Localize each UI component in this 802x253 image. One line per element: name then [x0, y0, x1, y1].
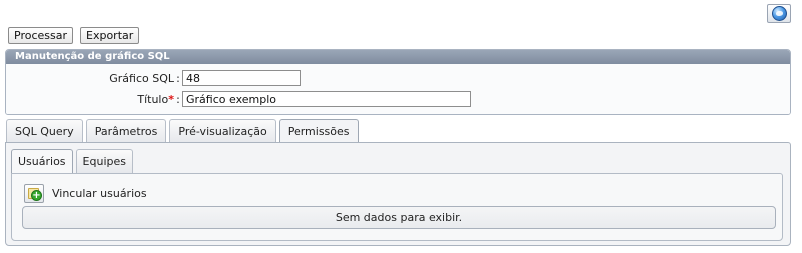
- title-field[interactable]: [182, 91, 471, 107]
- permissions-tab-panel: Usuários Equipes + Vincular usuários Sem…: [5, 142, 791, 246]
- users-panel: + Vincular usuários Sem dados para exibi…: [11, 173, 783, 241]
- toolbar: Processar Exportar: [8, 27, 140, 44]
- title-label-text: Título: [137, 92, 169, 106]
- process-button[interactable]: Processar: [8, 27, 73, 44]
- globe-help-icon: [771, 6, 787, 21]
- export-button[interactable]: Exportar: [80, 27, 140, 44]
- tab-preview[interactable]: Pré-visualização: [169, 119, 276, 143]
- tab-permissions[interactable]: Permissões: [278, 119, 359, 144]
- title-colon: :: [176, 92, 180, 106]
- chart-id-label: Gráfico SQL: [109, 71, 174, 85]
- subtab-teams[interactable]: Equipes: [75, 149, 133, 173]
- title-label: Título*: [6, 93, 174, 106]
- tab-sql-query[interactable]: SQL Query: [6, 119, 83, 143]
- help-button[interactable]: [767, 4, 791, 23]
- main-tabs: SQL Query Parâmetros Pré-visualização Pe…: [6, 119, 359, 144]
- panel-body: Gráfico SQL : Título* :: [6, 64, 790, 114]
- chart-id-field[interactable]: [182, 70, 301, 86]
- chart-id-row: Gráfico SQL :: [6, 70, 301, 86]
- link-users-label[interactable]: Vincular usuários: [52, 187, 147, 200]
- add-user-icon[interactable]: +: [24, 184, 44, 203]
- subtab-users[interactable]: Usuários: [11, 149, 73, 174]
- tab-parameters[interactable]: Parâmetros: [85, 119, 167, 143]
- link-users-row: + Vincular usuários: [24, 184, 147, 203]
- panel-title: Manutenção de gráfico SQL: [6, 50, 790, 64]
- chart-maintenance-panel: Manutenção de gráfico SQL Gráfico SQL : …: [5, 49, 791, 115]
- permissions-subtabs: Usuários Equipes: [11, 149, 133, 174]
- empty-message: Sem dados para exibir.: [22, 206, 776, 229]
- title-row: Título* :: [6, 91, 471, 107]
- plus-icon: +: [31, 190, 42, 201]
- chart-id-colon: :: [176, 71, 180, 85]
